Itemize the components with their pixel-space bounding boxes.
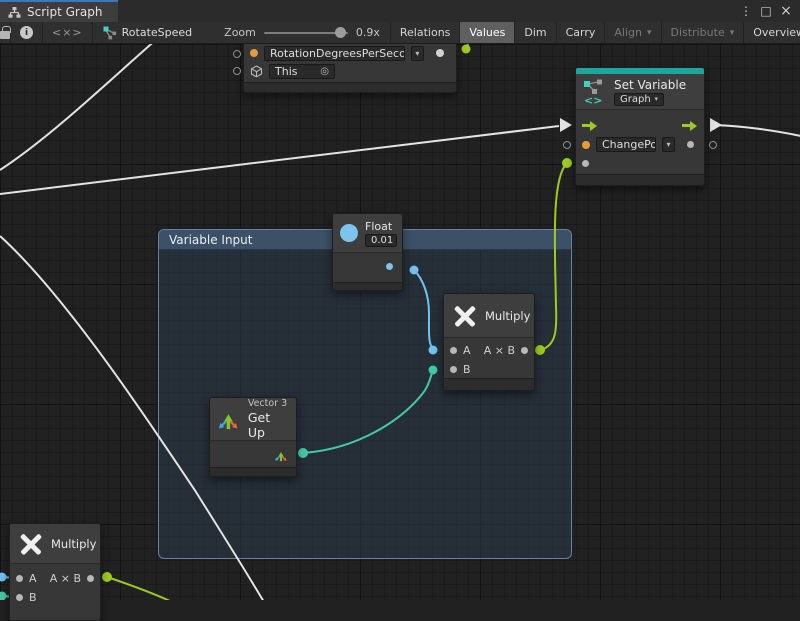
node-get-variable[interactable]: RotationDegreesPerSecond ▾ This ◎ [243, 36, 457, 93]
overview-button[interactable]: Overview [744, 22, 800, 43]
code-view-icon: <×> [52, 26, 83, 39]
unconnected-port-indicator [233, 50, 241, 58]
breadcrumb-graph-name: RotateSpeed [122, 26, 193, 39]
zoom-label: Zoom [224, 26, 256, 39]
values-button[interactable]: Values [460, 22, 515, 43]
node-footer [244, 82, 456, 92]
output-label: A × B [50, 572, 81, 585]
cube-icon [250, 65, 263, 78]
caret-icon: ▾ [666, 140, 670, 149]
control-input-port[interactable] [582, 121, 598, 131]
window-maximize-button[interactable]: □ [758, 3, 774, 19]
control-output-port[interactable] [682, 121, 698, 131]
caret-icon: ▾ [415, 49, 419, 58]
variable-kind-port[interactable] [582, 141, 590, 149]
caret-icon: ▾ [654, 95, 658, 103]
window-title-bar: Script Graph ⋮ □ × [0, 0, 800, 22]
code-view-button[interactable]: <×> [43, 22, 93, 43]
input-a-label: A [463, 344, 471, 357]
multiply-icon [453, 304, 477, 328]
float-value-input[interactable]: 0.01 [365, 234, 397, 247]
tab-script-graph[interactable]: Script Graph [0, 0, 118, 22]
breadcrumb[interactable]: RotateSpeed [93, 22, 203, 43]
node-multiply-bottom[interactable]: Multiply A A × B B [9, 523, 101, 621]
variable-name-dropdown[interactable]: ChangePos [596, 137, 656, 152]
group-title: Variable Input [169, 233, 252, 247]
input-b-port[interactable] [450, 366, 457, 373]
value-output-port[interactable] [436, 49, 444, 57]
zoom-control: Zoom 0.9x [214, 22, 391, 43]
input-b-label: B [29, 591, 37, 604]
graph-breadcrumb-icon [103, 26, 117, 40]
node-title: Get Up [248, 410, 289, 440]
dropdown-caret-button[interactable]: ▾ [662, 137, 675, 152]
relations-button[interactable]: Relations [391, 22, 461, 43]
get-up-header[interactable]: Vector 3 Get Up [210, 398, 296, 441]
graph-toolbar: i <×> RotateSpeed Zoom 0.9x Relations Va… [0, 22, 800, 44]
variable-scope-dropdown[interactable]: Graph ▾ [614, 93, 664, 106]
node-type-label: Vector 3 [248, 398, 289, 409]
align-button[interactable]: Align ▾ [605, 22, 661, 43]
zoom-slider-handle[interactable] [335, 27, 346, 38]
node-title: Multiply [485, 309, 530, 323]
multiply-header[interactable]: Multiply [10, 524, 100, 564]
node-title: Set Variable [614, 78, 686, 92]
lock-icon [0, 31, 10, 39]
lock-button[interactable] [0, 22, 11, 43]
float-header[interactable]: Float 0.01 [333, 214, 402, 253]
script-graph-icon [8, 6, 21, 19]
node-footer [210, 467, 296, 476]
svg-text:<>: <> [584, 94, 602, 105]
node-set-variable[interactable]: <> Set Variable Graph ▾ ChangePos ▾ [575, 67, 705, 186]
node-multiply[interactable]: Multiply A A × B B [443, 293, 535, 391]
target-object-field[interactable]: This ◎ [269, 64, 335, 79]
inspect-button[interactable]: i [11, 22, 43, 43]
node-footer [333, 282, 402, 290]
vector3-output-port[interactable] [274, 448, 288, 462]
node-float[interactable]: Float 0.01 [332, 213, 403, 291]
value-input-port[interactable] [582, 160, 589, 167]
output-port[interactable] [87, 575, 94, 582]
input-a-port[interactable] [16, 575, 23, 582]
unconnected-port-indicator [233, 67, 241, 75]
dropdown-caret-button[interactable]: ▾ [411, 46, 424, 61]
output-label: A × B [484, 344, 515, 357]
node-footer [444, 378, 534, 390]
output-port[interactable] [521, 347, 528, 354]
set-variable-header[interactable]: <> Set Variable Graph ▾ [576, 74, 704, 110]
caret-down-icon: ▾ [647, 28, 652, 38]
caret-down-icon: ▾ [730, 28, 735, 38]
node-title: Float [365, 220, 397, 233]
carry-button[interactable]: Carry [557, 22, 606, 43]
value-output-port[interactable] [687, 141, 694, 148]
object-picker-icon[interactable]: ◎ [320, 66, 329, 77]
input-b-label: B [463, 363, 471, 376]
selection-highlight-bar [576, 68, 704, 74]
variable-name-dropdown[interactable]: RotationDegreesPerSecond [264, 46, 405, 61]
window-menu-button[interactable]: ⋮ [738, 3, 754, 19]
zoom-value: 0.9x [356, 26, 380, 39]
tab-title: Script Graph [27, 5, 102, 19]
node-title: Multiply [51, 537, 96, 551]
unconnected-port-indicator [709, 141, 717, 149]
node-footer [576, 174, 704, 185]
input-a-label: A [29, 572, 37, 585]
zoom-slider[interactable] [264, 32, 348, 34]
float-output-port[interactable] [386, 263, 393, 270]
input-a-port[interactable] [450, 347, 457, 354]
dim-button[interactable]: Dim [515, 22, 556, 43]
vector3-icon [217, 407, 240, 431]
multiply-icon [19, 532, 43, 556]
unconnected-port-indicator [563, 141, 571, 149]
node-get-up[interactable]: Vector 3 Get Up [209, 397, 297, 477]
window-close-button[interactable]: × [778, 3, 794, 19]
info-icon: i [20, 26, 33, 39]
graph-variable-icon: <> [583, 78, 607, 105]
multiply-header[interactable]: Multiply [444, 294, 534, 338]
distribute-button[interactable]: Distribute ▾ [662, 22, 745, 43]
float-icon [340, 224, 358, 242]
variable-kind-port[interactable] [250, 49, 258, 57]
